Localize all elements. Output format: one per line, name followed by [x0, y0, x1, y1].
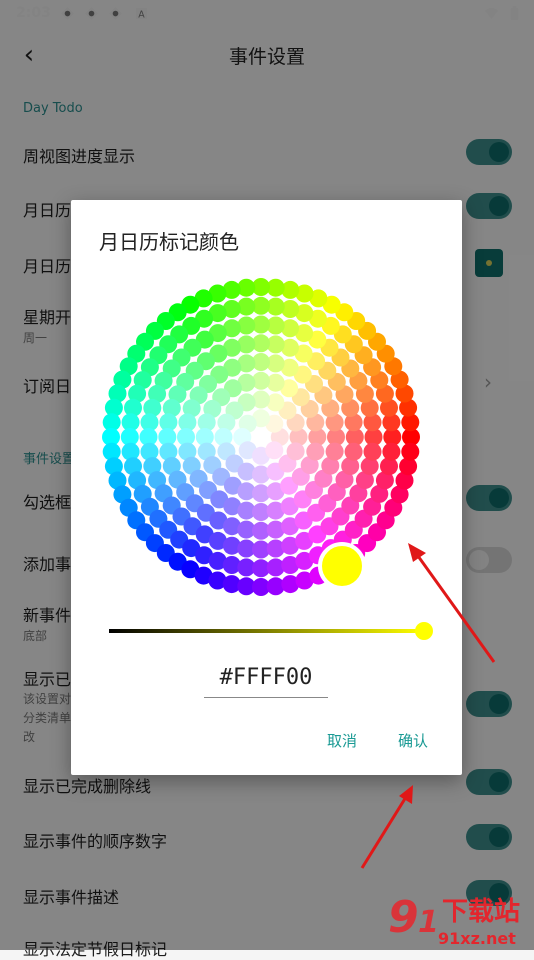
- svg-text:9: 9: [388, 892, 419, 943]
- svg-text:1: 1: [418, 905, 439, 940]
- color-dot: [286, 442, 305, 461]
- watermark-logo: 9 1 下载站 91xz.net: [388, 892, 520, 948]
- cancel-button[interactable]: 取消: [327, 730, 357, 751]
- lightness-slider-thumb[interactable]: [415, 622, 433, 640]
- color-dot: [363, 442, 382, 461]
- color-picker-dialog: 月日历标记颜色 #FFFF00 取消 确认: [71, 200, 462, 775]
- color-dot: [401, 442, 420, 461]
- color-dot: [382, 442, 401, 461]
- color-dot: [265, 441, 284, 460]
- color-dot: [344, 442, 363, 461]
- watermark-brand: 下载站: [442, 897, 520, 927]
- color-dot: [306, 442, 325, 461]
- lightness-slider[interactable]: [109, 629, 425, 633]
- selected-color-indicator: [318, 542, 366, 590]
- watermark-text: 91xz.net: [438, 929, 516, 948]
- confirm-button[interactable]: 确认: [398, 730, 428, 751]
- color-dot: [252, 428, 270, 446]
- hex-color-input[interactable]: #FFFF00: [204, 665, 328, 698]
- color-dot: [325, 442, 344, 461]
